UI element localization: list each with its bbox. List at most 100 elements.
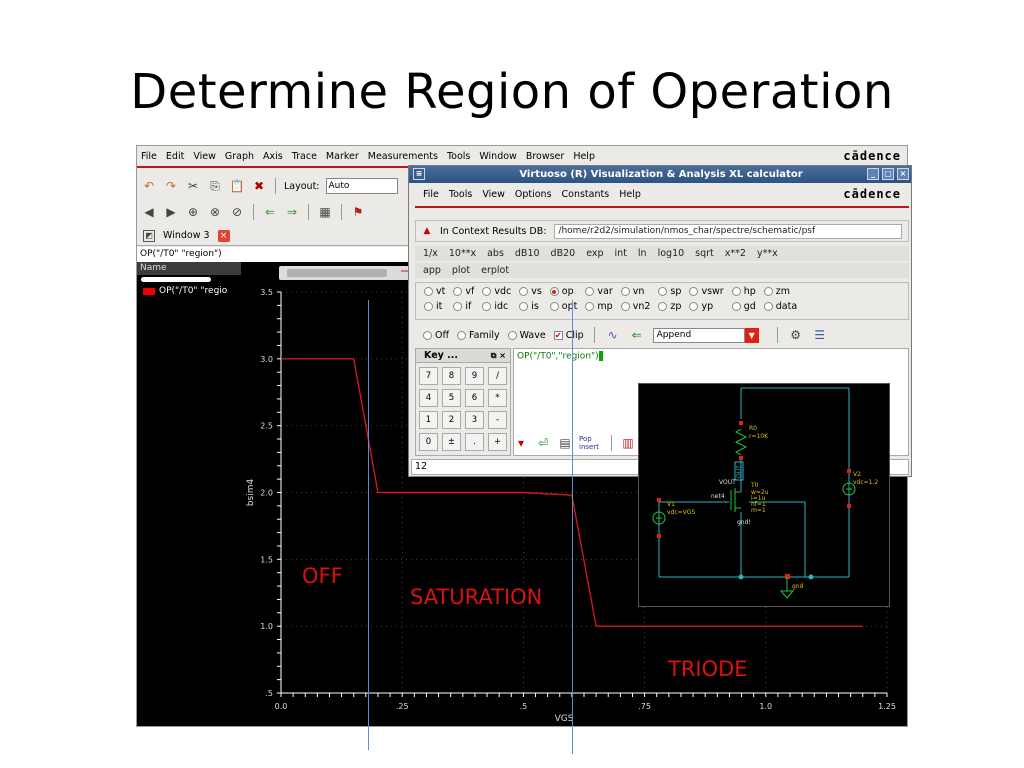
calc-menu-tools[interactable]: Tools — [449, 189, 472, 200]
menu-axis[interactable]: Axis — [263, 151, 283, 162]
keypad-key[interactable]: 8 — [442, 367, 461, 385]
fn-sqrt[interactable]: sqrt — [695, 248, 714, 259]
calc-menu-file[interactable]: File — [423, 189, 439, 200]
keypad-key[interactable]: 1 — [419, 411, 438, 429]
menu-window[interactable]: Window — [479, 151, 516, 162]
keypad-key[interactable]: 0 — [419, 433, 438, 451]
keypad-key[interactable]: 9 — [465, 367, 484, 385]
fn-abs[interactable]: abs — [487, 248, 504, 259]
context-results-field[interactable]: /home/r2d2/simulation/nmos_char/spectre/… — [554, 223, 903, 239]
radio-mp[interactable]: mp — [585, 301, 613, 312]
keypad-key[interactable]: 6 — [465, 389, 484, 407]
keypad-key[interactable]: 7 — [419, 367, 438, 385]
radio-vswr[interactable]: vswr — [689, 286, 724, 297]
dropdown-icon[interactable]: ▾ — [513, 435, 529, 451]
collapse-icon[interactable]: ▲ — [422, 223, 432, 239]
marker-flag-icon[interactable]: ⚑ — [350, 204, 366, 220]
menu-measurements[interactable]: Measurements — [368, 151, 438, 162]
radio-opt[interactable]: opt — [549, 301, 577, 312]
menu-help[interactable]: Help — [573, 151, 595, 162]
fn-log10[interactable]: log10 — [658, 248, 685, 259]
fn-db10[interactable]: dB10 — [515, 248, 540, 259]
keypad-key[interactable]: . — [465, 433, 484, 451]
keypad-key[interactable]: 5 — [442, 389, 461, 407]
keypad-key[interactable]: 2 — [442, 411, 461, 429]
radio-is[interactable]: is — [519, 301, 542, 312]
close-icon[interactable]: × — [897, 168, 909, 180]
calc-menu-help[interactable]: Help — [619, 189, 641, 200]
menu-edit[interactable]: Edit — [166, 151, 184, 162]
keypad-key[interactable]: - — [488, 411, 507, 429]
stack-icon[interactable]: ☰ — [812, 327, 828, 343]
menu-file[interactable]: File — [141, 151, 157, 162]
mode-wave[interactable]: Wave — [507, 330, 546, 341]
zoom-in-icon[interactable]: ⊕ — [185, 204, 201, 220]
menu-marker[interactable]: Marker — [326, 151, 359, 162]
delete-icon[interactable]: ✖ — [251, 178, 267, 194]
fn-reciprocal[interactable]: 1/x — [423, 248, 438, 259]
trace-list-item[interactable]: OP("/T0" "regio — [137, 286, 241, 296]
keypad-key[interactable]: + — [488, 433, 507, 451]
fn-int[interactable]: int — [615, 248, 627, 259]
mode-family[interactable]: Family — [457, 330, 500, 341]
gear-icon[interactable]: ⚙ — [788, 327, 804, 343]
radio-var[interactable]: var — [585, 286, 613, 297]
radio-sp[interactable]: sp — [658, 286, 681, 297]
radio-gd[interactable]: gd — [731, 301, 756, 312]
minimize-icon[interactable]: _ — [867, 168, 879, 180]
tab-window-3[interactable]: Window 3 — [163, 230, 210, 241]
enter-icon[interactable]: ⏎ — [535, 435, 551, 451]
radio-hp[interactable]: hp — [731, 286, 756, 297]
mode-off[interactable]: Off — [423, 330, 449, 341]
chart-icon[interactable]: ▥ — [620, 435, 636, 451]
trace-list-scrollbar[interactable] — [141, 277, 211, 282]
fn-square[interactable]: x**2 — [725, 248, 746, 259]
radio-zm[interactable]: zm — [763, 286, 797, 297]
undock-close-icon[interactable]: ⧉ × — [491, 349, 510, 363]
keypad-key[interactable]: * — [488, 389, 507, 407]
radio-vn2[interactable]: vn2 — [620, 301, 650, 312]
clip-checkbox[interactable]: ✔ Clip — [553, 330, 584, 341]
zoom-forward-icon[interactable]: ▶ — [163, 204, 179, 220]
radio-vdc[interactable]: vdc — [482, 286, 511, 297]
radio-zp[interactable]: zp — [658, 301, 681, 312]
marker-line-left[interactable] — [368, 300, 369, 750]
paste-icon[interactable]: 📋 — [229, 178, 245, 194]
calculator-icon[interactable]: ▦ — [317, 204, 333, 220]
maximize-icon[interactable]: □ — [882, 168, 894, 180]
fn-pow10[interactable]: 10**x — [449, 248, 476, 259]
fn-exp[interactable]: exp — [586, 248, 603, 259]
radio-op[interactable]: op — [549, 286, 578, 297]
window-menu-icon[interactable]: ≡ — [413, 168, 425, 180]
keypad-key[interactable]: / — [488, 367, 507, 385]
radio-if[interactable]: if — [453, 301, 474, 312]
fn-erplot[interactable]: erplot — [481, 265, 509, 276]
calc-menu-options[interactable]: Options — [515, 189, 552, 200]
zoom-x-icon[interactable]: ⊗ — [207, 204, 223, 220]
zoom-fit-icon[interactable]: ⊘ — [229, 204, 245, 220]
copy-icon[interactable]: ⎘ — [207, 178, 223, 194]
fn-db20[interactable]: dB20 — [551, 248, 576, 259]
undo-icon[interactable]: ↶ — [141, 178, 157, 194]
radio-data[interactable]: data — [763, 301, 797, 312]
fn-app[interactable]: app — [423, 265, 441, 276]
menu-tools[interactable]: Tools — [447, 151, 470, 162]
arrow-right-icon[interactable]: ⇒ — [284, 204, 300, 220]
wave-icon[interactable]: ∿ — [605, 327, 621, 343]
radio-vn[interactable]: vn — [620, 286, 651, 297]
menu-view[interactable]: View — [193, 151, 216, 162]
paste-buffer-icon[interactable]: ▤ — [557, 435, 573, 451]
menu-graph[interactable]: Graph — [225, 151, 254, 162]
fn-ln[interactable]: ln — [638, 248, 647, 259]
radio-it[interactable]: it — [424, 301, 445, 312]
append-select[interactable]: Append ▼ — [652, 327, 759, 343]
plot-icon[interactable]: ⇐ — [629, 327, 645, 343]
keypad-key[interactable]: ± — [442, 433, 461, 451]
radio-vs[interactable]: vs — [519, 286, 542, 297]
fn-plot[interactable]: plot — [452, 265, 470, 276]
arrow-left-icon[interactable]: ⇐ — [262, 204, 278, 220]
menu-browser[interactable]: Browser — [526, 151, 565, 162]
fn-ypowx[interactable]: y**x — [757, 248, 778, 259]
layout-select[interactable]: Auto — [325, 178, 398, 194]
keypad-key[interactable]: 3 — [465, 411, 484, 429]
